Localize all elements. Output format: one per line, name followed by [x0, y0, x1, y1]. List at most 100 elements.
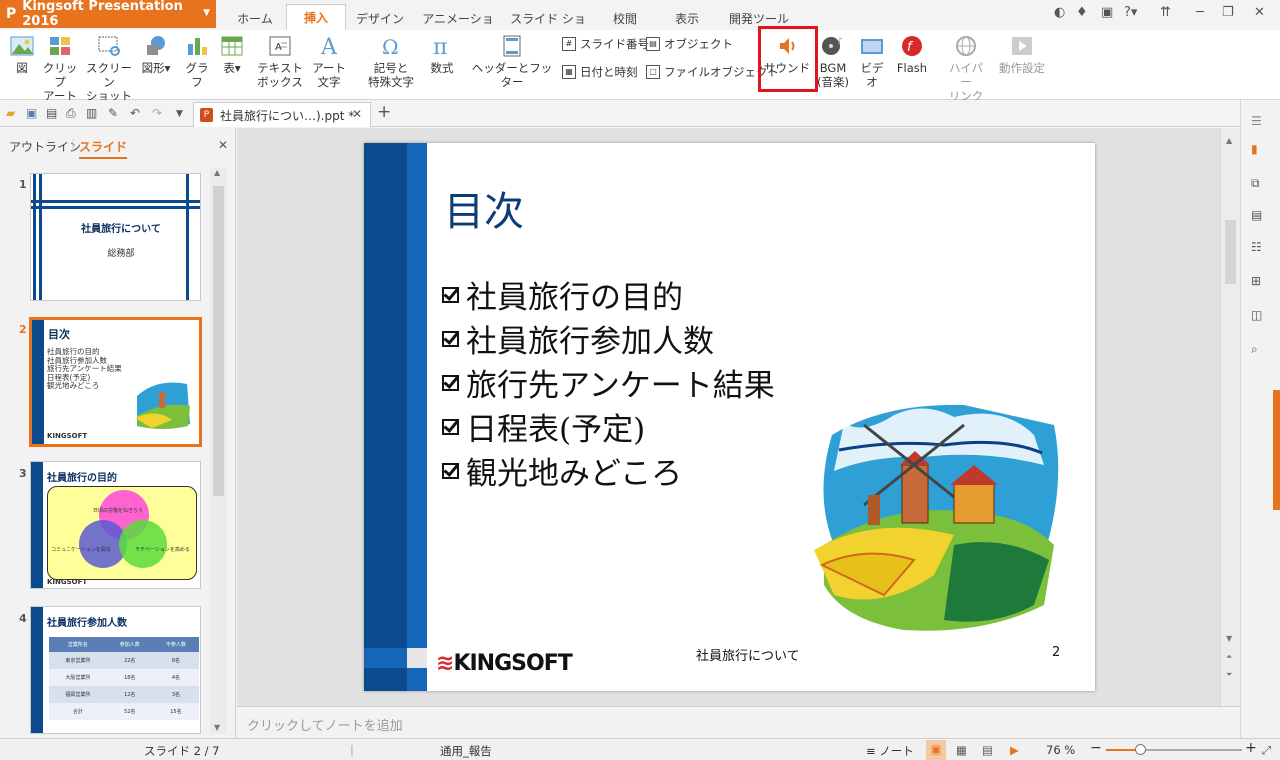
- tab-design[interactable]: デザイン: [352, 6, 408, 30]
- new-tab-icon[interactable]: +: [377, 102, 391, 122]
- normal-view-icon[interactable]: ▣: [926, 740, 946, 760]
- tab-insert[interactable]: 挿入: [286, 4, 346, 32]
- backup-pane-icon[interactable]: ◫: [1251, 308, 1269, 324]
- shirt-icon[interactable]: ♦: [1076, 5, 1088, 20]
- zoom-slider[interactable]: [1106, 744, 1242, 755]
- windmill-clipart-image[interactable]: [804, 395, 1064, 637]
- insert-object-button[interactable]: ▤ オブジェクト: [646, 36, 733, 52]
- notes-area[interactable]: クリックしてノートを追加: [237, 706, 1240, 738]
- format-painter-icon[interactable]: ✎: [108, 106, 118, 120]
- next-slide-icon[interactable]: ⏷: [1226, 670, 1232, 680]
- close-pane-icon[interactable]: ✕: [218, 138, 228, 152]
- slide-sorter-icon[interactable]: ▦: [956, 743, 967, 757]
- slide-scrollbar[interactable]: ▲ ▼ ⏶ ⏷: [1220, 128, 1240, 706]
- slide-thumbnail-3[interactable]: 社員旅行の目的 日頃の労働をねぎらう コミュニケーションを図る モチベーションを…: [30, 461, 201, 589]
- tab-slideshow[interactable]: スライド ショー: [508, 6, 588, 43]
- scroll-thumb[interactable]: [213, 186, 224, 496]
- close-tab-icon[interactable]: ✕: [352, 107, 362, 121]
- slide-page-number[interactable]: 2: [1052, 645, 1060, 660]
- help-icon[interactable]: ?▾: [1124, 5, 1137, 20]
- insert-flash-button[interactable]: f Flash: [894, 34, 930, 75]
- slide-bullet[interactable]: 観光地みどころ: [442, 448, 682, 493]
- animation-pane-icon[interactable]: ☷: [1251, 240, 1269, 256]
- pdf-icon[interactable]: ▤: [46, 106, 57, 120]
- tab-view[interactable]: 表示: [664, 6, 710, 30]
- insert-clipart-button[interactable]: クリップ アート: [40, 34, 80, 103]
- minimize-icon[interactable]: ─: [1196, 5, 1204, 20]
- zoom-in-icon[interactable]: +: [1245, 740, 1257, 756]
- chart-icon: [188, 38, 207, 55]
- scroll-up-icon[interactable]: ▲: [1226, 136, 1232, 145]
- insert-date-time-button[interactable]: ▦ 日付と時刻: [562, 64, 638, 80]
- search-doc-icon[interactable]: ⌕: [1251, 342, 1269, 358]
- app-menu-button[interactable]: P Kingsoft Presentation 2016 ▼: [0, 0, 216, 29]
- shapes-pane-icon[interactable]: ⧉: [1251, 176, 1269, 192]
- zoom-slider-thumb[interactable]: [1135, 744, 1146, 755]
- omega-icon: Ω: [382, 35, 399, 58]
- tab-animation[interactable]: アニメーション: [418, 6, 498, 43]
- insert-header-footer-button[interactable]: ヘッダーとフッター: [470, 34, 554, 89]
- notes-toggle-button[interactable]: ≡ ノート: [866, 743, 914, 759]
- document-tab[interactable]: P 社員旅行につい…).ppt * ✕: [193, 102, 371, 127]
- insert-wordart-button[interactable]: A アート 文字: [308, 34, 350, 89]
- insert-picture-button[interactable]: 図: [8, 34, 36, 75]
- insert-screenshot-button[interactable]: スクリーン ショット: [84, 34, 134, 103]
- zoom-level[interactable]: 76 %: [1046, 743, 1075, 757]
- kingsoft-logo: ≋KINGSOFT: [436, 651, 573, 676]
- restore-icon[interactable]: ❐: [1222, 5, 1234, 20]
- scroll-thumb[interactable]: [1225, 220, 1236, 284]
- template-name[interactable]: 通用_報告: [440, 743, 492, 759]
- close-icon[interactable]: ✕: [1254, 5, 1265, 20]
- gift-icon[interactable]: ▣: [1101, 5, 1113, 20]
- insert-textbox-button[interactable]: A テキスト ボックス: [256, 34, 304, 89]
- slide-thumbnail-4[interactable]: 社員旅行参加人数 営業所名 参加人数 不参人数 東京営業所 22名 8名 大阪営業所 18…: [30, 606, 201, 734]
- insert-slide-number-button[interactable]: # スライド番号: [562, 36, 649, 52]
- reading-view-icon[interactable]: ▤: [982, 743, 993, 757]
- open-folder-icon[interactable]: ▰: [6, 106, 15, 120]
- slide-bullet[interactable]: 旅行先アンケート結果: [442, 360, 775, 405]
- ribbon-collapse-icon[interactable]: ⇈: [1160, 5, 1171, 20]
- tab-slides[interactable]: スライド: [79, 138, 128, 159]
- slide-thumbnail-2[interactable]: 目次 社員旅行の目的 社員旅行参加人数 旅行先アンケート結果 日程表(予定) 観…: [29, 317, 202, 447]
- zoom-out-icon[interactable]: −: [1090, 740, 1102, 756]
- scroll-down-icon[interactable]: ▼: [214, 723, 220, 732]
- tab-home[interactable]: ホーム: [228, 6, 282, 30]
- print-preview-icon[interactable]: ▥: [86, 106, 97, 120]
- thumbnail-scrollbar[interactable]: ▲ ▼: [210, 168, 227, 734]
- slide-thumbnail-1[interactable]: 社員旅行について 総務部: [30, 173, 201, 301]
- slideshow-icon[interactable]: ▶: [1010, 743, 1019, 757]
- app-title: Kingsoft Presentation 2016: [22, 0, 183, 29]
- previous-slide-icon[interactable]: ⏶: [1226, 652, 1232, 662]
- tab-review[interactable]: 校閲: [602, 6, 648, 30]
- scroll-up-icon[interactable]: ▲: [214, 168, 220, 177]
- new-slide-icon[interactable]: ▮: [1251, 142, 1269, 158]
- slide-title[interactable]: 目次: [444, 179, 524, 237]
- task-pane-toggle-icon[interactable]: ☰: [1251, 114, 1269, 130]
- transition-pane-icon[interactable]: ⊞: [1251, 274, 1269, 290]
- insert-video-button[interactable]: ビデオ: [856, 34, 888, 89]
- slide-footer[interactable]: 社員旅行について: [696, 645, 800, 664]
- insert-action-button[interactable]: 動作設定: [994, 34, 1050, 75]
- save-icon[interactable]: ▣: [26, 106, 37, 120]
- action-play-icon: [1012, 37, 1032, 55]
- object-icon: ▤: [646, 37, 660, 51]
- insert-equation-button[interactable]: π 数式: [426, 34, 458, 75]
- scroll-down-icon[interactable]: ▼: [1226, 634, 1232, 643]
- insert-bgm-button[interactable]: ♪ BGM (音楽): [816, 34, 850, 89]
- fit-window-icon[interactable]: ⤢: [1262, 743, 1271, 758]
- insert-shapes-button[interactable]: 図形▾: [138, 34, 174, 75]
- slide-bullet[interactable]: 日程表(予定): [442, 404, 645, 449]
- slide-bullet[interactable]: 社員旅行参加人数: [442, 316, 714, 361]
- print-icon[interactable]: ⎙: [66, 106, 76, 121]
- quick-access-dropdown-icon[interactable]: ▼: [176, 109, 183, 119]
- redo-icon[interactable]: ↷: [152, 106, 162, 120]
- insert-chart-button[interactable]: グラフ: [182, 34, 212, 89]
- insert-table-button[interactable]: 表▾: [216, 34, 248, 75]
- undo-icon[interactable]: ↶: [130, 106, 140, 120]
- insert-hyperlink-button[interactable]: ハイパー リンク: [944, 34, 988, 103]
- slide-bullet[interactable]: 社員旅行の目的: [442, 272, 683, 317]
- skin-icon[interactable]: ◐: [1054, 5, 1065, 20]
- side-panel-expander[interactable]: [1273, 390, 1280, 510]
- layout-pane-icon[interactable]: ▤: [1251, 208, 1269, 224]
- insert-symbol-button[interactable]: Ω 記号と 特殊文字: [360, 34, 422, 89]
